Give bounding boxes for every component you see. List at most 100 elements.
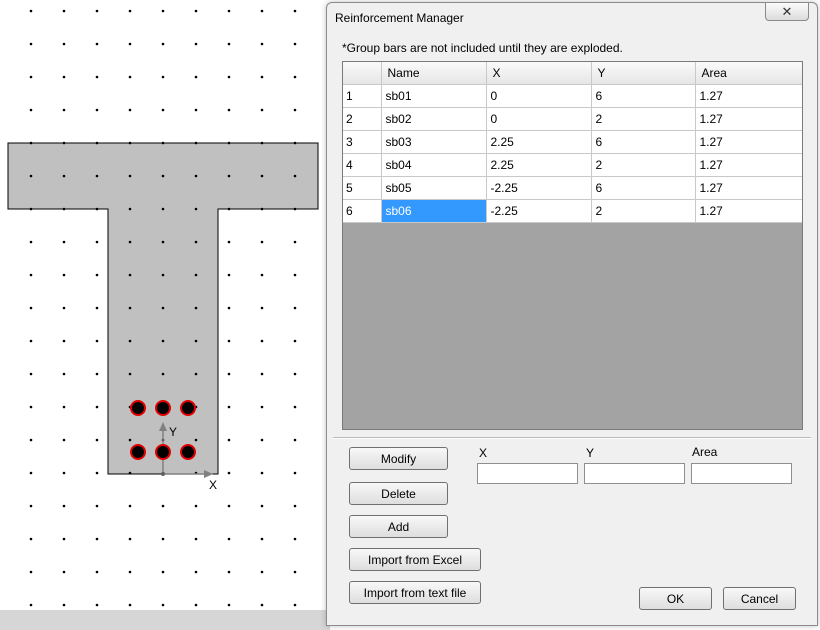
area-cell[interactable]: 1.27	[695, 84, 802, 108]
name-cell[interactable]: sb04	[381, 153, 487, 177]
row-index-cell[interactable]: 4	[343, 153, 382, 177]
table-row[interactable]: 5 sb05 -2.25 6 1.27	[343, 176, 802, 200]
x-cell[interactable]: 2.25	[486, 153, 592, 177]
cancel-button[interactable]: Cancel	[723, 587, 796, 610]
grid-dot	[29, 108, 33, 112]
name-cell[interactable]: sb06	[381, 199, 487, 223]
grid-dot	[128, 141, 132, 145]
rebar-circle[interactable]	[180, 444, 196, 460]
y-cell[interactable]: 6	[591, 84, 696, 108]
close-button[interactable]: ✕	[765, 3, 809, 21]
rebar-circle[interactable]	[180, 400, 196, 416]
table-row[interactable]: 3 sb03 2.25 6 1.27	[343, 130, 802, 154]
area-cell[interactable]: 1.27	[695, 130, 802, 154]
area-cell[interactable]: 1.27	[695, 199, 802, 223]
row-index-cell[interactable]: 5	[343, 176, 382, 200]
rebar-circle[interactable]	[155, 400, 171, 416]
y-cell[interactable]: 2	[591, 107, 696, 131]
area-cell[interactable]: 1.27	[695, 176, 802, 200]
row-index-cell[interactable]: 2	[343, 107, 382, 131]
grid-dot	[95, 273, 99, 277]
grid-dot	[260, 75, 264, 79]
add-button[interactable]: Add	[349, 515, 448, 538]
area-input[interactable]	[691, 463, 792, 484]
name-cell[interactable]: sb01	[381, 84, 487, 108]
column-header-area[interactable]: Area	[695, 62, 802, 85]
grid-dot	[194, 504, 198, 508]
grid-dot	[62, 471, 66, 475]
grid-dot	[29, 537, 33, 541]
grid-dot	[194, 207, 198, 211]
drawing-canvas[interactable]: Y X	[0, 0, 330, 630]
grid-dot	[161, 42, 165, 46]
grid-dot	[293, 471, 297, 475]
area-cell[interactable]: 1.27	[695, 153, 802, 177]
grid-dot	[29, 42, 33, 46]
table-row[interactable]: 4 sb04 2.25 2 1.27	[343, 153, 802, 177]
y-input[interactable]	[584, 463, 685, 484]
grid-dot	[29, 240, 33, 244]
name-cell[interactable]: sb03	[381, 130, 487, 154]
y-cell[interactable]: 2	[591, 199, 696, 223]
grid-dot	[161, 306, 165, 310]
row-index-cell[interactable]: 1	[343, 84, 382, 108]
grid-dot	[293, 108, 297, 112]
grid-dot	[293, 240, 297, 244]
table-row[interactable]: 2 sb02 0 2 1.27	[343, 107, 802, 131]
grid-dot	[62, 438, 66, 442]
y-cell[interactable]: 2	[591, 153, 696, 177]
y-cell[interactable]: 6	[591, 130, 696, 154]
row-index-cell[interactable]: 3	[343, 130, 382, 154]
x-cell[interactable]: 0	[486, 107, 592, 131]
x-cell[interactable]: 0	[486, 84, 592, 108]
delete-button[interactable]: Delete	[349, 482, 448, 505]
grid-dot	[260, 372, 264, 376]
grid-dot	[260, 339, 264, 343]
name-cell[interactable]: sb05	[381, 176, 487, 200]
grid-dot	[227, 504, 231, 508]
rebar-circle[interactable]	[155, 444, 171, 460]
grid-dot	[29, 438, 33, 442]
grid-dot	[227, 570, 231, 574]
import-from-text-file-button[interactable]: Import from text file	[349, 581, 481, 604]
rebar-table[interactable]: Name X Y Area 1 sb01 0 6 1.27 2 sb02 0 2 1.27 3 sb0…	[342, 61, 803, 430]
grid-dot	[95, 339, 99, 343]
name-cell[interactable]: sb02	[381, 107, 487, 131]
y-cell[interactable]: 6	[591, 176, 696, 200]
grid-dot	[95, 42, 99, 46]
column-header-x[interactable]: X	[486, 62, 592, 85]
area-cell[interactable]: 1.27	[695, 107, 802, 131]
x-cell[interactable]: -2.25	[486, 176, 592, 200]
x-cell[interactable]: -2.25	[486, 199, 592, 223]
import-from-excel-button[interactable]: Import from Excel	[349, 548, 481, 571]
grid-dot	[29, 207, 33, 211]
grid-dot	[95, 504, 99, 508]
modify-button[interactable]: Modify	[349, 447, 448, 470]
grid-dot	[95, 405, 99, 409]
close-icon: ✕	[781, 4, 793, 19]
row-index-cell[interactable]: 6	[343, 199, 382, 223]
x-input[interactable]	[477, 463, 578, 484]
rebar-circle[interactable]	[130, 444, 146, 460]
rebar-circle[interactable]	[130, 400, 146, 416]
grid-dot	[293, 9, 297, 13]
grid-dot	[194, 273, 198, 277]
grid-dot	[194, 42, 198, 46]
table-row[interactable]: 1 sb01 0 6 1.27	[343, 84, 802, 108]
grid-dot	[161, 141, 165, 145]
reinforcement-manager-dialog: Reinforcement Manager ✕ *Group bars are …	[326, 2, 818, 626]
table-row[interactable]: 6 sb06 -2.25 2 1.27	[343, 199, 802, 223]
ok-button[interactable]: OK	[639, 587, 712, 610]
corner-header-cell[interactable]	[343, 62, 382, 85]
grid-dot	[161, 504, 165, 508]
column-header-name[interactable]: Name	[381, 62, 487, 85]
dialog-titlebar[interactable]: Reinforcement Manager ✕	[327, 3, 817, 31]
x-cell[interactable]: 2.25	[486, 130, 592, 154]
dialog-title: Reinforcement Manager	[335, 11, 464, 25]
grid-dot	[227, 141, 231, 145]
grid-dot	[128, 174, 132, 178]
column-header-y[interactable]: Y	[591, 62, 696, 85]
grid-dot	[227, 339, 231, 343]
grid-dot	[293, 207, 297, 211]
y-field-label: Y	[586, 446, 595, 460]
